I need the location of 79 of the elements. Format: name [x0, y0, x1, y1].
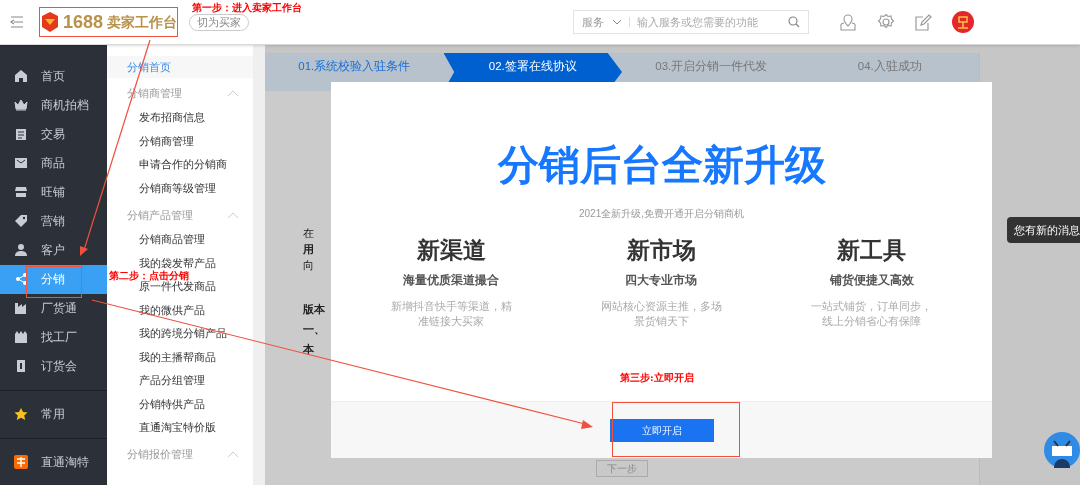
edit-icon[interactable]: [915, 13, 932, 31]
clipboard-icon: [14, 126, 28, 141]
nav-item[interactable]: 常用: [0, 399, 107, 429]
badge-icon: [14, 455, 28, 470]
avatar-icon[interactable]: [952, 11, 974, 33]
submenu-item[interactable]: 我的袋发帮产品: [139, 256, 216, 270]
door-icon: [14, 359, 28, 374]
agreement-text: 在: [303, 226, 315, 241]
feature-title: 新市场: [627, 239, 696, 262]
menu-icon[interactable]: [10, 16, 24, 28]
progress-step: 04.入驻成功: [800, 53, 979, 91]
submenu-item[interactable]: 发布招商信息: [139, 111, 205, 125]
search-icon[interactable]: [788, 16, 800, 28]
feature-title: 新工具: [837, 239, 907, 262]
nav-item[interactable]: 厂货通: [0, 293, 107, 323]
submenu-item[interactable]: 分销商管理: [139, 134, 194, 148]
feature-description: 新增抖音快手等渠道，精准链接大买家: [389, 299, 513, 329]
factory-icon: [14, 301, 28, 316]
submenu-item[interactable]: 分销商等级管理: [139, 181, 216, 195]
annotation-text: 第二步：点击分销: [109, 271, 189, 281]
submenu-item[interactable]: 我的微供产品: [139, 303, 205, 317]
nav-item[interactable]: 首页: [0, 61, 107, 91]
crown-icon: [14, 97, 28, 112]
feature-subtitle: 铺货便捷又高效: [829, 272, 914, 289]
nav-item[interactable]: 商机拍档: [0, 90, 107, 120]
submenu-item[interactable]: 直通淘宝特价版: [139, 421, 216, 435]
nav-item[interactable]: 订货会: [0, 351, 107, 381]
agreement-text: 本: [303, 342, 315, 357]
agreement-text: 用: [303, 242, 315, 257]
group-label: 分销报价管理: [127, 447, 193, 463]
nav-item[interactable]: 找工厂: [0, 322, 107, 352]
brand-number: 1688: [63, 13, 104, 31]
nav-item[interactable]: 客户: [0, 235, 107, 265]
tag-icon: [14, 213, 28, 228]
nav-item[interactable]: 旺铺: [0, 177, 107, 207]
annotation-text: 第一步：进入卖家工作台: [192, 3, 302, 13]
feature-description: 网站核心资源主推，多场景货销天下: [600, 299, 723, 329]
submenu-item[interactable]: 产品分组管理: [139, 374, 205, 388]
feature-subtitle: 四大专业市场: [625, 272, 698, 289]
agreement-text: 版本: [303, 302, 325, 317]
store-icon: [14, 184, 28, 199]
modal-title: 分销后台全新升级: [497, 145, 826, 186]
assistant-avatar-icon[interactable]: [1044, 432, 1080, 468]
factory-icon: [14, 330, 28, 345]
submenu-item[interactable]: 原一件代发商品: [139, 280, 216, 294]
submenu-item[interactable]: 申请合作的分销商: [139, 158, 227, 172]
annotation-text: 第三步:立即开启: [620, 373, 694, 383]
chevron-up-icon[interactable]: [227, 211, 239, 219]
enable-now-button[interactable]: 立即开启: [609, 418, 714, 442]
agreement-text: 一、: [303, 322, 325, 337]
agreement-text: 向: [303, 258, 315, 273]
submenu-item[interactable]: 分销特供产品: [139, 397, 205, 411]
chevron-down-icon[interactable]: [612, 19, 622, 25]
message-tooltip: 您有新的消息: [1007, 217, 1080, 243]
chevron-up-icon[interactable]: [227, 89, 239, 97]
progress-step: 03.开启分销一件代发: [622, 53, 801, 91]
brand-name: 卖家工作台: [107, 15, 178, 29]
settings-icon[interactable]: [877, 13, 895, 31]
group-label: 分销产品管理: [127, 207, 193, 223]
logo-icon: [41, 11, 59, 33]
star-icon: [14, 407, 28, 422]
nav-item[interactable]: 商品: [0, 148, 107, 178]
submenu-item[interactable]: 我的主播帮商品: [139, 350, 216, 364]
nav-item[interactable]: 直通淘特: [0, 447, 107, 477]
map-pin-icon[interactable]: [839, 13, 857, 31]
feature-title: 新渠道: [416, 239, 486, 262]
home-icon: [14, 68, 28, 83]
chevron-up-icon[interactable]: [227, 451, 239, 458]
envelope-icon: [14, 155, 28, 170]
feature-description: 一站式铺货，订单同步，线上分销省心有保障: [810, 299, 934, 329]
share-nodes-icon: [14, 272, 28, 287]
submenu-item[interactable]: 分销商品管理: [139, 233, 205, 247]
user-icon: [14, 243, 28, 257]
feature-subtitle: 海量优质渠道撮合: [403, 272, 500, 289]
nav-item[interactable]: 营销: [0, 206, 107, 236]
modal-subtitle: 2021全新升级,免费开通开启分销商机: [579, 207, 744, 221]
annotation-frame: [26, 266, 82, 298]
nav-item[interactable]: 交易: [0, 119, 107, 149]
progress-step: 01.系统校验入驻条件: [265, 53, 444, 91]
